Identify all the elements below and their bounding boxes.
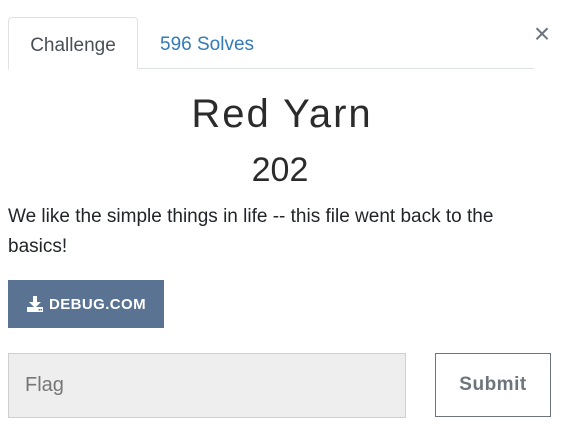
challenge-points: 202 bbox=[251, 151, 309, 189]
download-icon bbox=[26, 295, 44, 313]
challenge-description: We like the simple things in life -- thi… bbox=[8, 206, 494, 257]
challenge-title: Red Yarn bbox=[191, 92, 373, 136]
submit-button[interactable]: Submit bbox=[435, 353, 551, 417]
close-icon[interactable]: × bbox=[530, 20, 554, 48]
file-name-label: DEBUG.COM bbox=[49, 295, 146, 313]
download-file-button[interactable]: DEBUG.COM bbox=[8, 280, 164, 328]
challenge-tabs: Challenge 596 Solves bbox=[8, 17, 534, 70]
flag-input[interactable] bbox=[8, 353, 406, 418]
tab-solves[interactable]: 596 Solves bbox=[160, 17, 280, 70]
tab-challenge[interactable]: Challenge bbox=[8, 17, 138, 70]
